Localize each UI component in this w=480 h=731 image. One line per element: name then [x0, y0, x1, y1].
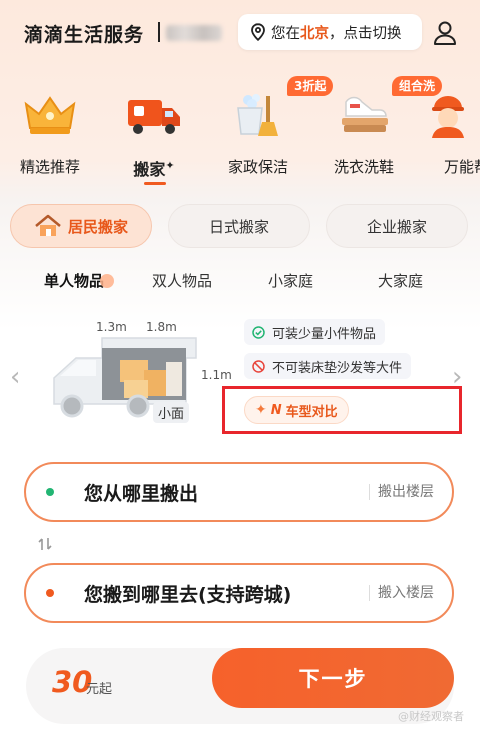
category-label: 万能帮 [444, 158, 480, 176]
app-title: 滴滴生活服务 [24, 24, 145, 46]
swap-address-icon[interactable] [37, 536, 53, 552]
category-label: 家政保洁 [227, 158, 288, 176]
watermark: @财经观察者 [398, 710, 464, 723]
moving-from-label: 您从哪里搬出 [84, 482, 199, 505]
worker-avatar-icon [432, 96, 464, 138]
cleaning-bucket-icon [237, 94, 278, 136]
vehicle-length: 1.3m [96, 320, 127, 334]
size-tab-small-family[interactable]: 小家庭 [268, 270, 313, 291]
city-prefix: 您在 [271, 25, 300, 42]
origin-dot [46, 488, 54, 496]
category-label: 精选推荐 [19, 158, 80, 176]
category-housekeeping[interactable]: 家政保洁 [208, 84, 308, 184]
vehicle-name: 小面 [153, 402, 190, 423]
size-tab-large-family[interactable]: 大家庭 [378, 270, 423, 291]
house-icon [35, 214, 61, 236]
current-city: 北京 [300, 25, 329, 42]
moving-truck-icon [128, 100, 180, 134]
no-entry-icon [252, 359, 265, 373]
title-separator [158, 22, 160, 42]
user-profile-icon[interactable] [432, 20, 458, 46]
category-handyman[interactable]: 万能帮 [418, 84, 480, 184]
moving-from-field[interactable]: 您从哪里搬出 搬出楼层 [24, 462, 454, 522]
active-category-indicator [144, 182, 166, 185]
tab-enterprise-moving[interactable]: 企业搬家 [326, 204, 468, 248]
from-floor-selector[interactable]: 搬出楼层 [369, 484, 434, 500]
tab-label: 企业搬家 [366, 217, 427, 236]
moving-to-label: 您搬到哪里去(支持跨城) [84, 583, 292, 606]
location-pin-icon [251, 23, 265, 41]
city-selector[interactable]: 您在 北京 ，点击切换 [238, 14, 422, 50]
highlight-box [222, 386, 462, 434]
tab-label: 居民搬家 [67, 217, 128, 236]
laundry-shoes-icon [342, 96, 388, 132]
tab-residential-moving[interactable]: 居民搬家 [10, 204, 152, 248]
size-tab-single[interactable]: 单人物品 [44, 270, 115, 291]
prev-vehicle-arrow[interactable]: ‹ [10, 362, 20, 392]
tab-label: 日式搬家 [208, 217, 269, 236]
price-unit: 元起 [86, 682, 113, 697]
vehicle-feature-not-allowed: 不可装床垫沙发等大件 [244, 353, 412, 379]
crown-icon [24, 96, 76, 134]
next-step-button[interactable]: 下一步 [212, 648, 454, 708]
destination-dot [46, 589, 54, 597]
vehicle-width: 1.8m [146, 320, 177, 334]
moving-to-field[interactable]: 您搬到哪里去(支持跨城) 搬入楼层 [24, 563, 454, 623]
category-label: 洗衣洗鞋 [333, 158, 394, 176]
size-tab-double[interactable]: 双人物品 [152, 270, 212, 291]
category-moving[interactable]: 搬家✦ [104, 84, 204, 185]
category-label: 搬家✦ [133, 159, 175, 179]
active-size-dot [100, 274, 115, 288]
check-circle-icon [252, 325, 265, 339]
blurred-account-name [166, 25, 222, 41]
city-switch-hint: ，点击切换 [329, 25, 402, 42]
to-floor-selector[interactable]: 搬入楼层 [369, 585, 434, 601]
category-featured[interactable]: 精选推荐 [0, 84, 100, 184]
tab-japanese-moving[interactable]: 日式搬家 [168, 204, 310, 248]
vehicle-feature-allowed: 可装少量小件物品 [244, 319, 386, 345]
category-laundry[interactable]: 洗衣洗鞋 [314, 84, 414, 184]
